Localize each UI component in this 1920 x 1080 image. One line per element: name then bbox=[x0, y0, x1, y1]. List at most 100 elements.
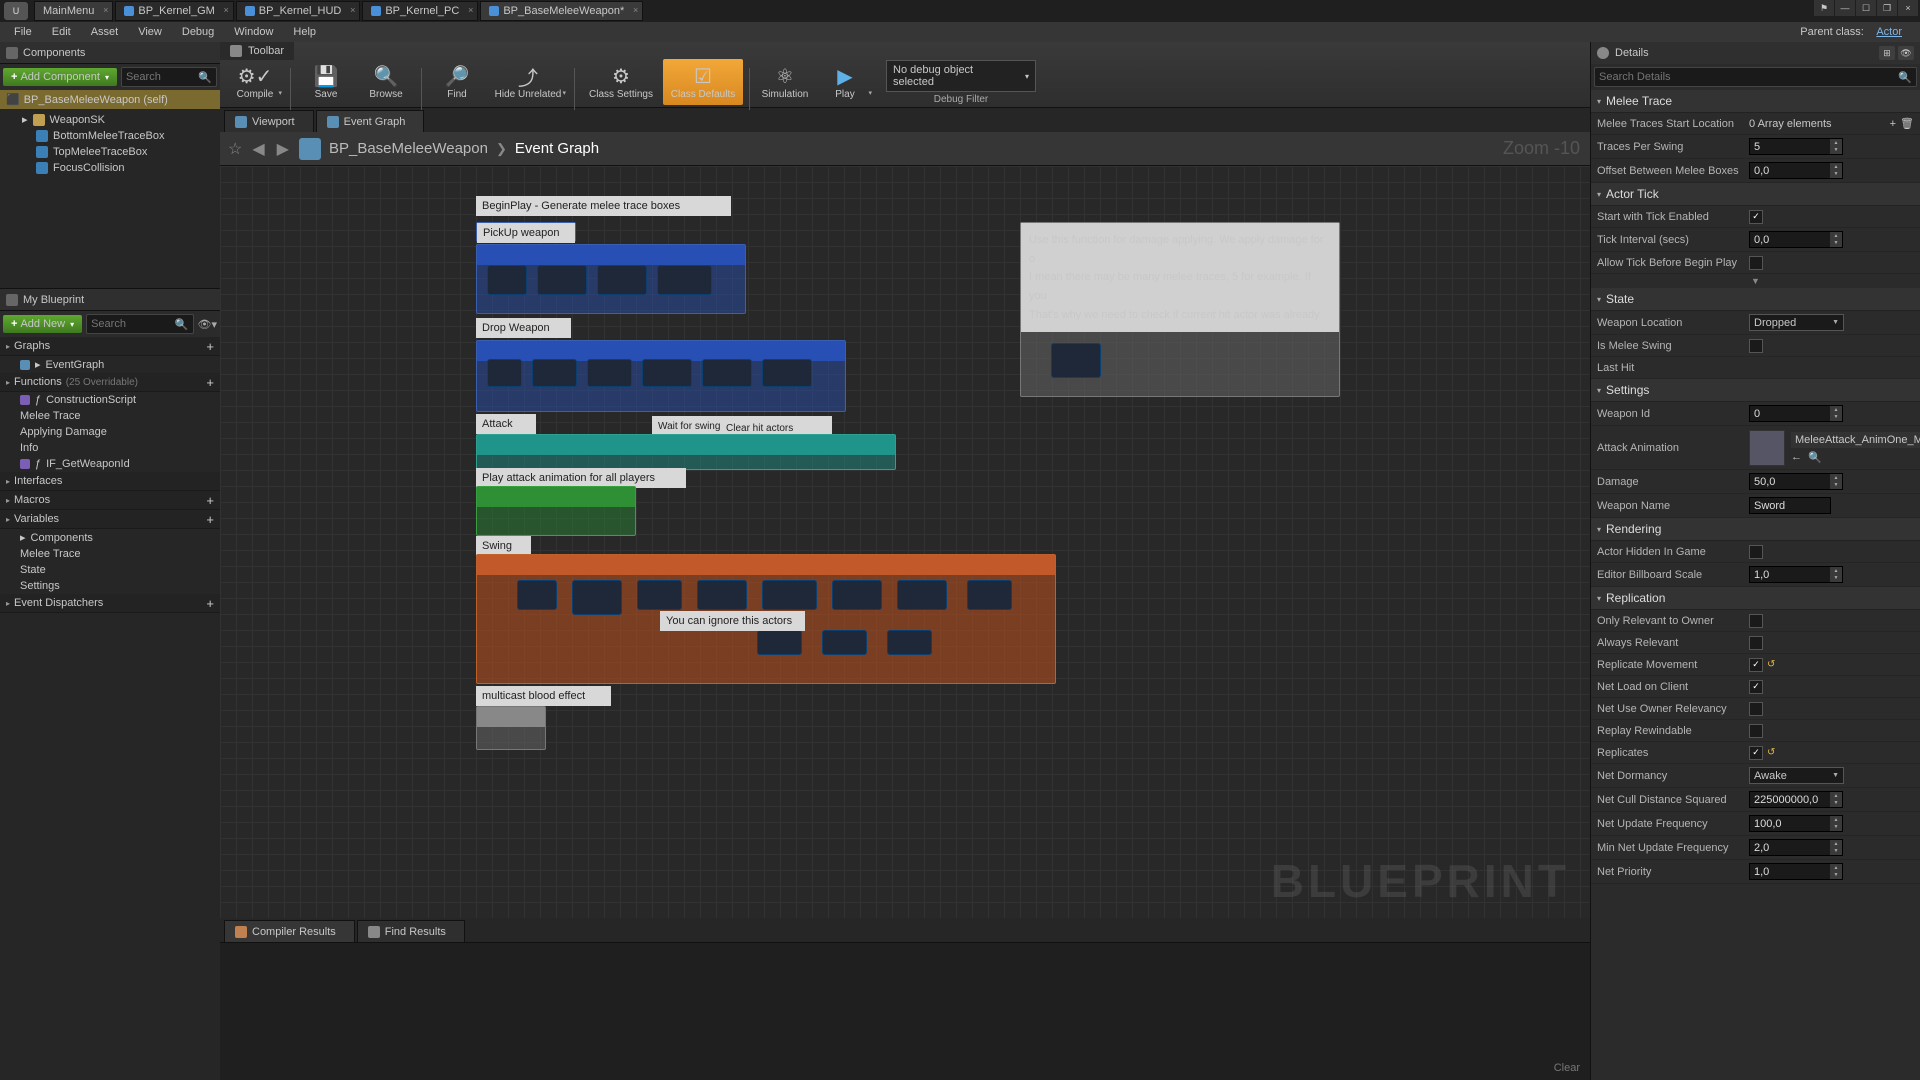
add-var-icon[interactable]: + bbox=[206, 512, 214, 527]
menu-help[interactable]: Help bbox=[283, 26, 326, 38]
myblueprint-search[interactable]: 🔍 bbox=[86, 314, 193, 334]
cat-state[interactable]: State bbox=[1591, 288, 1920, 311]
comment-attack[interactable]: Attack bbox=[476, 414, 536, 434]
comment-playanim-body[interactable] bbox=[476, 486, 636, 536]
debug-object-combo[interactable]: No debug object selected▾ bbox=[886, 60, 1036, 92]
component-focus[interactable]: FocusCollision bbox=[0, 160, 220, 176]
crumb-bp[interactable]: BP_BaseMeleeWeapon bbox=[329, 140, 488, 157]
comment-playanim[interactable]: Play attack animation for all players bbox=[476, 468, 686, 486]
favorite-icon[interactable]: ☆ bbox=[228, 139, 242, 159]
class-settings-button[interactable]: ⚙Class Settings bbox=[581, 59, 661, 105]
tab-viewport[interactable]: Viewport bbox=[224, 110, 314, 132]
item-eventgraph[interactable]: ▸EventGraph bbox=[0, 356, 220, 373]
find-button[interactable]: 🔎Find bbox=[428, 59, 486, 105]
only-owner-checkbox[interactable] bbox=[1749, 614, 1763, 628]
var-settings[interactable]: Settings bbox=[0, 578, 220, 594]
cat-functions[interactable]: Functions(25 Overridable)+ bbox=[0, 373, 220, 392]
eye-icon[interactable]: 👁▾ bbox=[198, 318, 218, 331]
dormancy-combo[interactable]: Awake▼ bbox=[1749, 767, 1844, 784]
cull-dist-input[interactable]: ▲▼ bbox=[1749, 791, 1843, 808]
hidden-checkbox[interactable] bbox=[1749, 545, 1763, 559]
browse-button[interactable]: 🔍Browse bbox=[357, 59, 415, 105]
browse-asset-icon[interactable]: 🔍 bbox=[1808, 451, 1822, 464]
add-component-button[interactable]: Add Component bbox=[3, 68, 117, 86]
menu-window[interactable]: Window bbox=[224, 26, 283, 38]
simulation-button[interactable]: ⚛Simulation bbox=[756, 59, 814, 105]
graph-canvas[interactable]: BLUEPRINT BeginPlay - Generate melee tra… bbox=[220, 166, 1590, 918]
eye-icon[interactable]: 👁 bbox=[1898, 46, 1914, 60]
tab-find-results[interactable]: Find Results bbox=[357, 920, 465, 942]
comment-drop-body[interactable] bbox=[476, 340, 846, 412]
play-button[interactable]: ▶Play▾ bbox=[816, 59, 874, 105]
forward-icon[interactable]: ▶ bbox=[275, 139, 291, 159]
cat-graphs[interactable]: Graphs+ bbox=[0, 337, 220, 356]
clear-button[interactable]: Clear bbox=[1554, 1062, 1580, 1074]
comment-attack-body[interactable] bbox=[476, 434, 896, 470]
component-self-row[interactable]: ⬛BP_BaseMeleeWeapon (self) bbox=[0, 90, 220, 109]
cat-interfaces[interactable]: Interfaces bbox=[0, 472, 220, 491]
comment-notes[interactable]: Use this function for damage applying. W… bbox=[1020, 222, 1340, 397]
component-weaponsk[interactable]: ▸WeaponSK bbox=[0, 111, 220, 128]
notify-icon[interactable]: ⚑ bbox=[1814, 0, 1834, 16]
use-owner-checkbox[interactable] bbox=[1749, 702, 1763, 716]
cat-replication[interactable]: Replication bbox=[1591, 587, 1920, 610]
item-info[interactable]: Info bbox=[0, 440, 220, 456]
net-priority-input[interactable]: ▲▼ bbox=[1749, 863, 1843, 880]
menu-asset[interactable]: Asset bbox=[81, 26, 129, 38]
maximize2-button[interactable]: ❐ bbox=[1877, 0, 1897, 16]
comment-blood[interactable]: multicast blood effect bbox=[476, 686, 611, 704]
comment-beginplay[interactable]: BeginPlay - Generate melee trace boxes bbox=[476, 196, 731, 216]
comment-ignore[interactable]: You can ignore this actors bbox=[660, 611, 805, 629]
billboard-input[interactable]: ▲▼ bbox=[1749, 566, 1843, 583]
is-swing-checkbox[interactable] bbox=[1749, 339, 1763, 353]
add-disp-icon[interactable]: + bbox=[206, 596, 214, 611]
comment-drop[interactable]: Drop Weapon bbox=[476, 318, 571, 338]
allow-tick-checkbox[interactable] bbox=[1749, 256, 1763, 270]
item-applying[interactable]: Applying Damage bbox=[0, 424, 220, 440]
reset-icon[interactable]: ↺ bbox=[1767, 659, 1775, 670]
weapon-id-input[interactable]: ▲▼ bbox=[1749, 405, 1843, 422]
cat-rendering[interactable]: Rendering bbox=[1591, 518, 1920, 541]
comment-pickup[interactable]: PickUp weapon bbox=[476, 222, 576, 242]
comment-swing[interactable]: Swing bbox=[476, 536, 531, 554]
cat-variables[interactable]: Variables+ bbox=[0, 510, 220, 529]
offset-input[interactable]: ▲▼ bbox=[1749, 162, 1843, 179]
item-meleetrace[interactable]: Melee Trace bbox=[0, 408, 220, 424]
comment-pickup-body[interactable] bbox=[476, 244, 746, 314]
class-defaults-button[interactable]: ☑Class Defaults bbox=[663, 59, 743, 105]
tab-compiler-results[interactable]: Compiler Results bbox=[224, 920, 355, 942]
minimize-button[interactable]: — bbox=[1835, 0, 1855, 16]
tab-kernel-gm[interactable]: BP_Kernel_GM× bbox=[115, 1, 233, 21]
component-top-trace[interactable]: TopMeleeTraceBox bbox=[0, 144, 220, 160]
menu-view[interactable]: View bbox=[128, 26, 172, 38]
save-button[interactable]: 💾Save bbox=[297, 59, 355, 105]
menu-debug[interactable]: Debug bbox=[172, 26, 224, 38]
comment-blood-body[interactable] bbox=[476, 706, 546, 750]
var-components[interactable]: ▸Components bbox=[0, 529, 220, 546]
replicate-movement-checkbox[interactable]: ✓ bbox=[1749, 658, 1763, 672]
item-construction[interactable]: ƒConstructionScript bbox=[0, 392, 220, 408]
var-state[interactable]: State bbox=[0, 562, 220, 578]
cat-melee-trace[interactable]: Melee Trace bbox=[1591, 90, 1920, 113]
var-meleetrace[interactable]: Melee Trace bbox=[0, 546, 220, 562]
traces-per-swing-input[interactable]: ▲▼ bbox=[1749, 138, 1843, 155]
add-new-button[interactable]: Add New bbox=[3, 315, 82, 333]
parent-class-link[interactable]: Actor bbox=[1876, 26, 1902, 38]
add-graph-icon[interactable]: + bbox=[206, 339, 214, 354]
weapon-location-combo[interactable]: Dropped▼ bbox=[1749, 314, 1844, 331]
use-selected-icon[interactable]: ← bbox=[1791, 451, 1802, 464]
update-freq-input[interactable]: ▲▼ bbox=[1749, 815, 1843, 832]
netload-checkbox[interactable]: ✓ bbox=[1749, 680, 1763, 694]
add-func-icon[interactable]: + bbox=[206, 375, 214, 390]
cat-actor-tick[interactable]: Actor Tick bbox=[1591, 183, 1920, 206]
compile-button[interactable]: ⚙✓Compile▾ bbox=[226, 59, 284, 105]
trash-icon[interactable]: 🗑 bbox=[1900, 117, 1914, 130]
maximize-button[interactable]: ☐ bbox=[1856, 0, 1876, 16]
hide-unrelated-button[interactable]: ⤴Hide Unrelated▾ bbox=[488, 59, 568, 105]
cat-settings[interactable]: Settings bbox=[1591, 379, 1920, 402]
anim-thumbnail[interactable] bbox=[1749, 430, 1785, 466]
tab-base-melee[interactable]: BP_BaseMeleeWeapon*× bbox=[480, 1, 643, 21]
tick-interval-input[interactable]: ▲▼ bbox=[1749, 231, 1843, 248]
back-icon[interactable]: ◀ bbox=[250, 139, 266, 159]
comment-clear[interactable]: Clear hit actors bbox=[720, 418, 820, 434]
